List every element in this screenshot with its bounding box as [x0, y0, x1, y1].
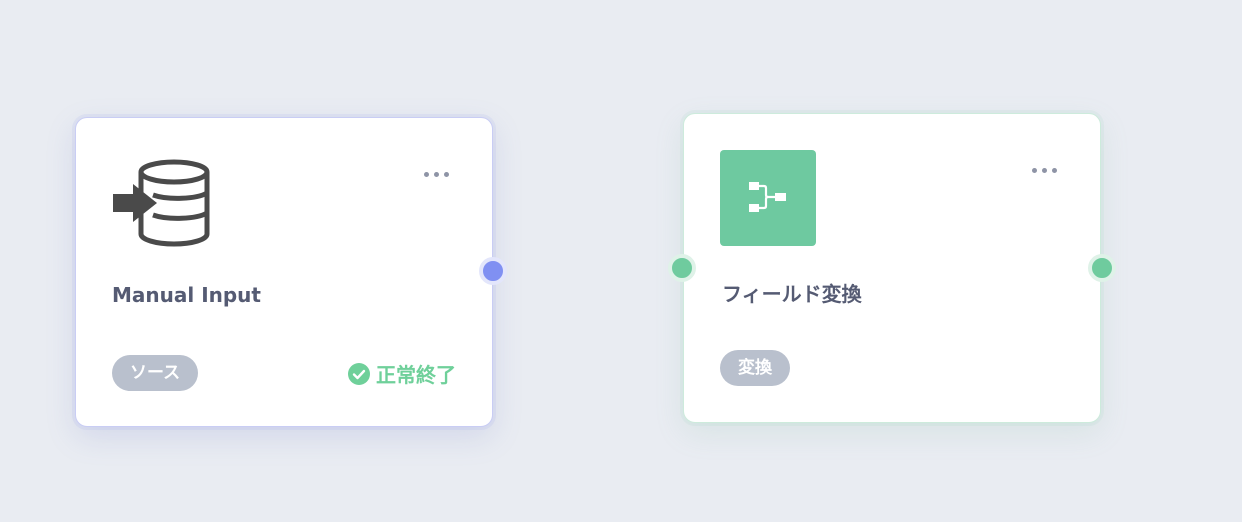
- flow-split-icon: [720, 150, 816, 246]
- input-port[interactable]: [668, 254, 696, 282]
- node-field-transform[interactable]: フィールド変換 変換: [683, 113, 1101, 423]
- status-indicator: 正常終了: [348, 359, 456, 388]
- node-title: フィールド変換: [722, 282, 862, 306]
- node-type-tag: ソース: [112, 355, 199, 391]
- dot: [444, 172, 449, 177]
- database-import-icon: [113, 159, 210, 247]
- dot: [1042, 168, 1047, 173]
- node-menu-button[interactable]: [420, 166, 453, 183]
- check-circle-icon: [348, 362, 370, 385]
- dot: [424, 172, 429, 177]
- status-text: 正常終了: [376, 363, 456, 387]
- dot: [1032, 168, 1037, 173]
- flow-split-glyph: [749, 182, 786, 212]
- output-port[interactable]: [479, 257, 507, 285]
- workflow-canvas[interactable]: Manual Input ソース 正常終了 フィールド変換 変換: [0, 0, 1242, 522]
- node-title: Manual Input: [112, 283, 261, 307]
- dot: [434, 172, 439, 177]
- output-port[interactable]: [1088, 254, 1116, 282]
- node-manual-input[interactable]: Manual Input ソース 正常終了: [75, 117, 493, 427]
- dot: [1052, 168, 1057, 173]
- node-type-tag: 変換: [720, 350, 790, 386]
- node-menu-button[interactable]: [1028, 162, 1061, 179]
